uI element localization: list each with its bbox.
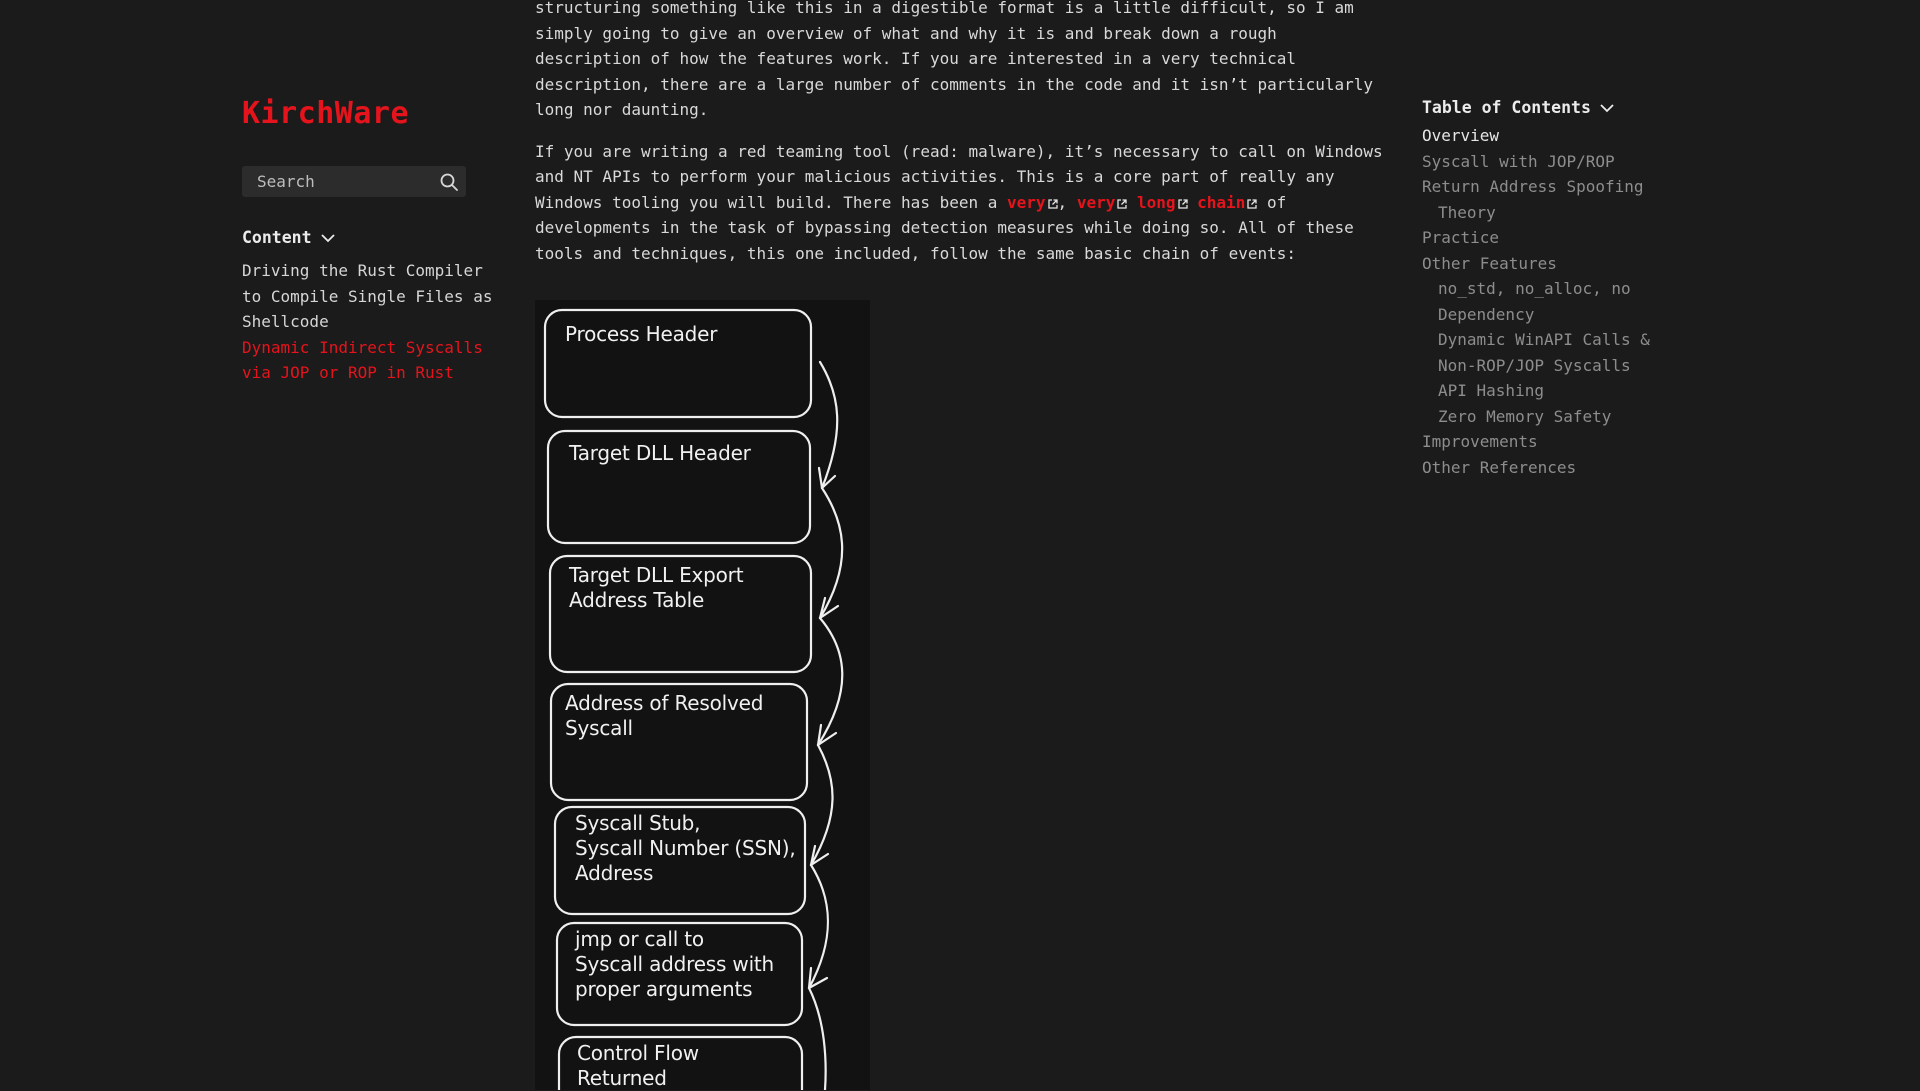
separator: , bbox=[1057, 192, 1077, 212]
chevron-down-icon bbox=[320, 233, 335, 242]
toc-link-dynamic-winapi[interactable]: Dynamic WinAPI Calls & Non-ROP/JOP Sysca… bbox=[1422, 327, 1722, 378]
diagram-step-label: Target DLL Export Address Table bbox=[569, 563, 744, 612]
article-paragraph: structuring something like this in a dig… bbox=[535, 0, 1374, 119]
toc-heading: Table of Contents bbox=[1422, 98, 1591, 117]
toc-link-syscall-jop-rop[interactable]: Syscall with JOP/ROP bbox=[1422, 149, 1722, 175]
diagram-arrow bbox=[818, 360, 839, 490]
syscall-chain-diagram: Process Header Target DLL Header Target … bbox=[535, 300, 870, 1090]
diagram-step-label: Target DLL Header bbox=[569, 441, 751, 465]
site-brand[interactable]: KirchWare bbox=[242, 96, 409, 131]
toc-link-practice[interactable]: Practice bbox=[1422, 225, 1722, 251]
diagram-step-label: Control Flow Returned bbox=[577, 1041, 699, 1090]
toc-link-other-references[interactable]: Other References bbox=[1422, 455, 1722, 481]
diagram-arrow bbox=[807, 986, 827, 1090]
toc-link-return-address-spoofing[interactable]: Return Address Spoofing bbox=[1422, 174, 1722, 200]
article-paragraph: If you are writing a red teaming tool (r… bbox=[535, 139, 1385, 267]
toc-link-theory[interactable]: Theory bbox=[1422, 200, 1722, 226]
search-icon[interactable] bbox=[438, 171, 460, 193]
diagram-step-label: Process Header bbox=[565, 322, 718, 346]
toc-link-api-hashing[interactable]: API Hashing bbox=[1422, 378, 1722, 404]
toc-link-improvements[interactable]: Improvements bbox=[1422, 429, 1722, 455]
article-body: structuring something like this in a dig… bbox=[535, 0, 1385, 282]
external-link[interactable]: very bbox=[1077, 193, 1128, 212]
external-link[interactable]: long bbox=[1137, 193, 1188, 212]
search-input[interactable] bbox=[257, 172, 438, 191]
external-link[interactable]: chain bbox=[1197, 193, 1257, 212]
search-box[interactable] bbox=[242, 166, 466, 197]
toc-link-no-std[interactable]: no_std, no_alloc, no Dependency bbox=[1422, 276, 1722, 327]
diagram-arrow bbox=[818, 486, 844, 620]
external-link[interactable]: very bbox=[1007, 193, 1058, 212]
toc-toggle[interactable]: Table of Contents bbox=[1422, 98, 1722, 117]
toc-link-overview[interactable]: Overview bbox=[1422, 123, 1722, 149]
toc-list: Overview Syscall with JOP/ROP Return Add… bbox=[1422, 123, 1722, 480]
diagram-step-label: Address of Resolved Syscall bbox=[565, 691, 764, 740]
toc-link-other-features[interactable]: Other Features bbox=[1422, 251, 1722, 277]
separator bbox=[1127, 193, 1137, 212]
diagram-step-label: Syscall Stub, Syscall Number (SSN), Addr… bbox=[575, 811, 796, 885]
table-of-contents: Table of Contents Overview Syscall with … bbox=[1422, 98, 1722, 480]
toc-link-zero-memory-safety[interactable]: Zero Memory Safety bbox=[1422, 404, 1722, 430]
separator bbox=[1188, 193, 1198, 212]
content-nav-toggle[interactable]: Content bbox=[242, 228, 336, 247]
external-link-icon bbox=[1247, 198, 1257, 209]
diagram-step-label: jmp or call to Syscall address with prop… bbox=[575, 927, 775, 1001]
chevron-down-icon bbox=[1600, 103, 1614, 112]
nav-link-dynamic-indirect-syscalls[interactable]: Dynamic Indirect Syscalls via JOP or ROP… bbox=[242, 335, 502, 386]
external-link-icon bbox=[1047, 198, 1058, 209]
external-link-icon bbox=[1177, 198, 1188, 209]
external-link-icon bbox=[1117, 198, 1127, 209]
content-nav-heading: Content bbox=[242, 228, 312, 247]
content-nav-list: Driving the Rust Compiler to Compile Sin… bbox=[242, 258, 502, 386]
nav-link-rust-compiler-shellcode[interactable]: Driving the Rust Compiler to Compile Sin… bbox=[242, 258, 502, 335]
